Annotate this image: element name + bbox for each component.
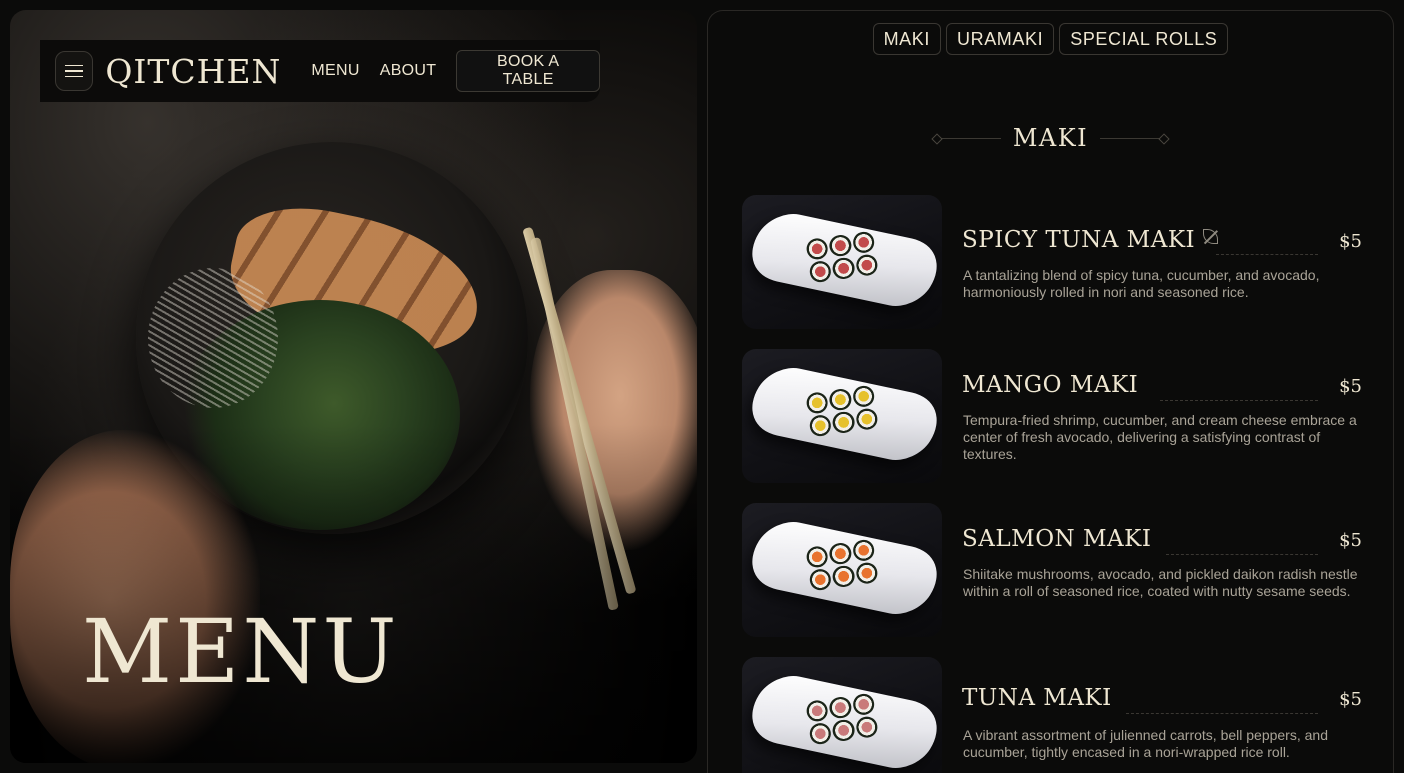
nav-link-about[interactable]: ABOUT	[380, 62, 437, 80]
book-a-table-button[interactable]: BOOK A TABLE	[456, 50, 600, 92]
hamburger-menu-button[interactable]	[55, 51, 94, 91]
item-name: SPICY TUNA MAKI	[962, 227, 1219, 253]
item-description: Tempura-fried shrimp, cucumber, and crea…	[963, 412, 1357, 462]
item-name: SALMON MAKI	[962, 526, 1152, 552]
section-title: MAKI	[1012, 124, 1089, 152]
hamburger-icon	[65, 75, 84, 78]
rolls-image	[805, 384, 879, 438]
price-leader	[1126, 713, 1318, 714]
divider-ornament	[940, 137, 1001, 139]
price-leader	[1160, 400, 1318, 401]
item-price: $5	[1339, 376, 1362, 397]
hero-section: MENU	[10, 10, 697, 763]
item-description: A tantalizing blend of spicy tuna, cucum…	[963, 267, 1320, 300]
menu-item[interactable]: TUNA MAKI $5 A vibrant assortment of jul…	[742, 657, 1362, 773]
tab-special-rolls[interactable]: SPECIAL ROLLS	[1059, 23, 1229, 55]
divider-ornament	[1100, 137, 1161, 139]
item-name: TUNA MAKI	[962, 685, 1112, 711]
item-price: $5	[1339, 530, 1362, 551]
item-price: $5	[1339, 689, 1362, 710]
item-description: Shiitake mushrooms, avocado, and pickled…	[963, 566, 1358, 599]
category-tabs: MAKI URAMAKI SPECIAL ROLLS	[708, 23, 1393, 55]
top-navbar: QITCHEN MENU ABOUT BOOK A TABLE	[40, 40, 600, 102]
item-name: MANGO MAKI	[962, 372, 1139, 398]
section-heading: MAKI	[708, 124, 1393, 152]
item-description: A vibrant assortment of julienned carrot…	[963, 727, 1328, 760]
item-name-text: SPICY TUNA MAKI	[962, 227, 1196, 253]
item-price: $5	[1339, 231, 1362, 252]
site-logo[interactable]: QITCHEN	[105, 52, 281, 91]
price-leader	[1166, 554, 1318, 555]
menu-item[interactable]: SALMON MAKI $5 Shiitake mushrooms, avoca…	[742, 503, 1362, 637]
sushi-image	[742, 503, 942, 637]
tab-uramaki[interactable]: URAMAKI	[946, 23, 1055, 55]
menu-panel[interactable]: MAKI URAMAKI SPECIAL ROLLS MAKI SPICY TU…	[707, 10, 1394, 773]
leaf-icon	[1203, 229, 1219, 244]
hamburger-icon	[65, 64, 84, 67]
rolls-image	[805, 692, 879, 746]
hero-title: MENU	[82, 600, 400, 703]
rolls-image	[805, 538, 879, 592]
sushi-image	[742, 657, 942, 773]
menu-item[interactable]: MANGO MAKI $5 Tempura-fried shrimp, cucu…	[742, 349, 1362, 483]
sushi-image	[742, 349, 942, 483]
sushi-image	[742, 195, 942, 329]
hamburger-icon	[65, 70, 84, 72]
nav-link-menu[interactable]: MENU	[311, 62, 359, 80]
menu-item[interactable]: SPICY TUNA MAKI $5 A tantalizing blend o…	[742, 195, 1362, 329]
tab-maki[interactable]: MAKI	[872, 23, 941, 55]
price-leader	[1216, 254, 1318, 255]
rolls-image	[805, 230, 879, 284]
